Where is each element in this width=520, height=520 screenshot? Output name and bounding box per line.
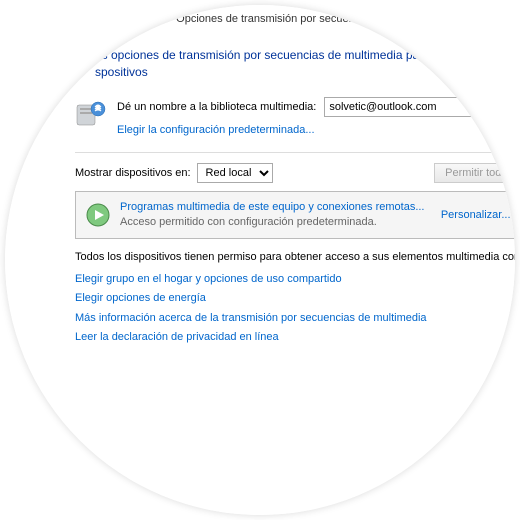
- device-subtitle: Acceso permitido con configuración prede…: [120, 215, 425, 229]
- permissions-note: Todos los dispositivos tienen permiso pa…: [5, 239, 515, 267]
- breadcrumb-prev: s: [155, 13, 161, 25]
- customize-link[interactable]: Personalizar...: [441, 209, 511, 221]
- show-devices-label: Mostrar dispositivos en:: [75, 167, 191, 179]
- show-devices-select[interactable]: Red local: [197, 163, 273, 183]
- page-heading: as opciones de transmisión por secuencia…: [5, 29, 515, 87]
- footer-links: Elegir grupo en el hogar y opciones de u…: [5, 267, 515, 346]
- power-options-link[interactable]: Elegir opciones de energía: [75, 290, 515, 307]
- media-program-icon: [84, 201, 112, 229]
- default-config-link[interactable]: Elegir la configuración predeterminada..…: [117, 124, 315, 136]
- library-name-label: Dé un nombre a la biblioteca multimedia:: [117, 101, 316, 113]
- divider: [75, 152, 515, 153]
- privacy-link[interactable]: Leer la declaración de privacidad en lín…: [75, 329, 515, 346]
- device-list: ▴ ▾ Programas multimedia de este equipo …: [75, 191, 515, 239]
- media-library-icon: [75, 97, 107, 129]
- allow-all-button[interactable]: Permitir todo: [434, 163, 515, 183]
- homegroup-link[interactable]: Elegir grupo en el hogar y opciones de u…: [75, 271, 515, 288]
- device-title-link[interactable]: Programas multimedia de este equipo y co…: [120, 200, 425, 214]
- library-name-input[interactable]: [324, 97, 474, 117]
- chevron-right-icon: ›: [167, 13, 171, 25]
- more-info-link[interactable]: Más información acerca de la transmisión…: [75, 310, 515, 327]
- breadcrumb: s › Opciones de transmisión por secuenci…: [5, 5, 515, 29]
- breadcrumb-current[interactable]: Opciones de transmisión por secuencias d…: [176, 13, 446, 25]
